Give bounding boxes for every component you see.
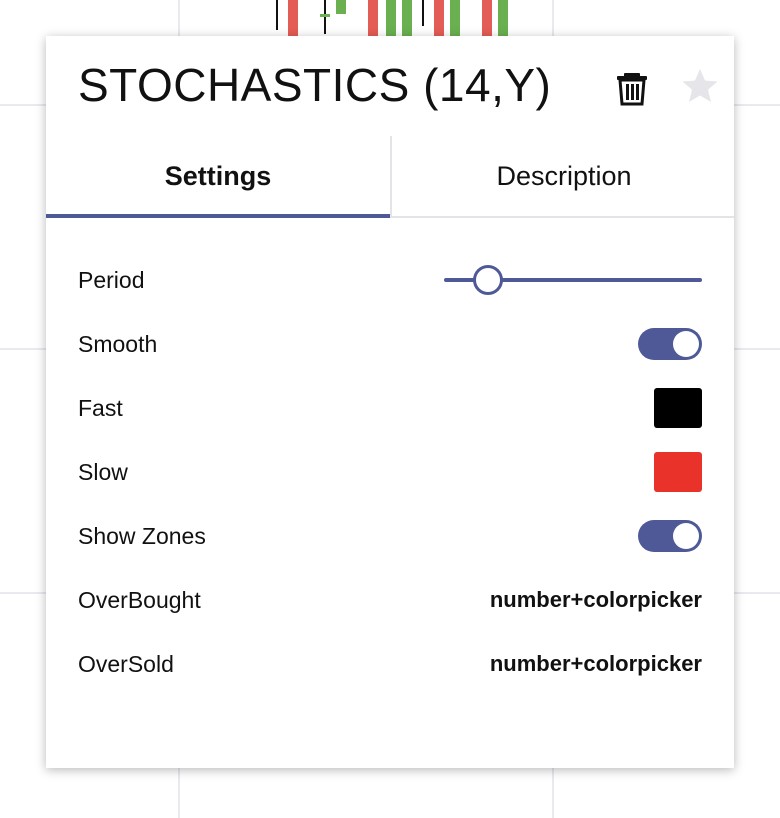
slow-label: Slow	[78, 459, 128, 485]
oversold-value[interactable]: number+colorpicker	[490, 644, 702, 684]
overbought-value[interactable]: number+colorpicker	[490, 580, 702, 620]
slider-thumb[interactable]	[472, 265, 503, 295]
candle	[482, 0, 492, 36]
period-slider[interactable]	[444, 260, 702, 300]
candle	[498, 0, 508, 36]
smooth-label: Smooth	[78, 331, 158, 357]
indicator-settings-dialog: STOCHASTICS (14,Y) Settings Description …	[46, 36, 734, 768]
slow-color-swatch[interactable]	[654, 452, 702, 492]
overbought-label: OverBought	[78, 587, 201, 613]
candle	[386, 0, 396, 36]
candle	[450, 0, 460, 36]
tab-bar: Settings Description	[46, 136, 734, 218]
fast-row: Fast	[78, 388, 702, 428]
fast-label: Fast	[78, 395, 123, 421]
period-label: Period	[78, 267, 145, 293]
overbought-row: OverBought number+colorpicker	[78, 580, 702, 620]
dialog-title: STOCHASTICS (14,Y)	[78, 59, 552, 111]
show-zones-row: Show Zones	[78, 516, 702, 556]
slow-row: Slow	[78, 452, 702, 492]
fast-color-swatch[interactable]	[654, 388, 702, 428]
candle	[320, 14, 330, 17]
candle	[434, 0, 444, 36]
oversold-label: OverSold	[78, 651, 174, 677]
period-row: Period	[78, 260, 702, 300]
candle-wick	[422, 0, 424, 26]
candle	[336, 0, 346, 14]
candle	[288, 0, 298, 36]
tab-settings[interactable]: Settings	[46, 136, 390, 218]
candle-wick	[276, 0, 278, 30]
candle	[402, 0, 412, 36]
tab-description[interactable]: Description	[390, 136, 736, 216]
trash-icon[interactable]	[614, 70, 650, 106]
smooth-toggle[interactable]	[638, 324, 702, 364]
candle-wick	[324, 0, 326, 34]
oversold-row: OverSold number+colorpicker	[78, 644, 702, 684]
show-zones-label: Show Zones	[78, 523, 206, 549]
smooth-row: Smooth	[78, 324, 702, 364]
show-zones-toggle[interactable]	[638, 516, 702, 556]
star-icon[interactable]	[680, 66, 720, 106]
candle	[368, 0, 378, 36]
